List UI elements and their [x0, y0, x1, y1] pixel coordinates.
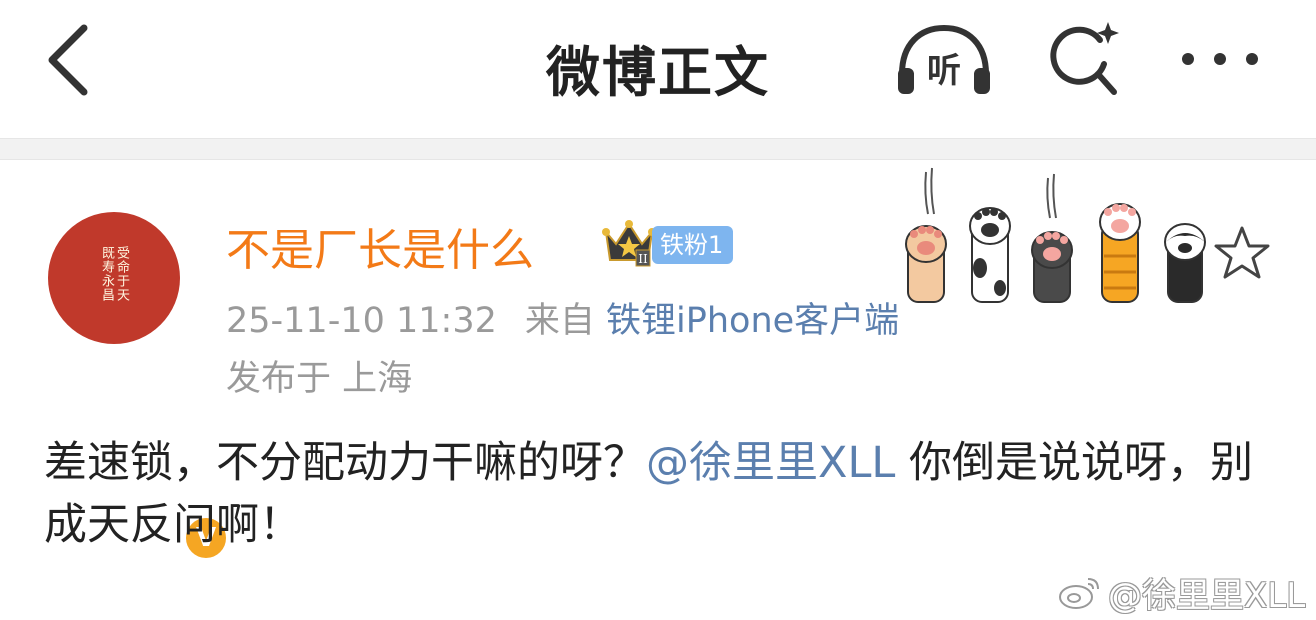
post-meta: 25-11-10 11:32 来自 铁锂iPhone客户端: [226, 292, 899, 343]
post-content: 差速锁，不分配动力干嘛的呀？@徐里里XLL 你倒是说说呀，别成天反问啊！: [44, 432, 1284, 556]
cat-paws-decoration-icon: [905, 167, 1206, 303]
listen-label: 听: [927, 51, 961, 91]
crown-level: II: [638, 252, 648, 266]
avatar[interactable]: 受命于天 既寿永昌 V: [48, 212, 230, 562]
top-navigation-bar: 微博正文 听: [0, 0, 1316, 138]
watermark-text: @徐里里XLL: [1108, 575, 1306, 616]
weibo-logo-icon: [1059, 578, 1099, 609]
more-dots-icon: [1182, 53, 1258, 65]
post-text: 差速锁，不分配动力干嘛的呀？: [44, 438, 646, 488]
mention-link[interactable]: @徐里里XLL: [646, 438, 895, 488]
fan-badge[interactable]: 铁粉1: [652, 226, 734, 264]
username[interactable]: 不是厂长是什么: [226, 214, 534, 278]
post-location: 发布于 上海: [226, 359, 413, 399]
more-button[interactable]: [1178, 44, 1262, 74]
listen-button[interactable]: 听: [894, 22, 994, 98]
source-prefix: 来自: [524, 301, 595, 341]
search-button[interactable]: [1044, 18, 1124, 100]
crown-icon: II: [602, 220, 656, 267]
section-divider: [0, 138, 1316, 160]
source-link[interactable]: 铁锂iPhone客户端: [606, 301, 899, 341]
search-sparkle-icon: [1050, 22, 1119, 95]
star-icon[interactable]: [1212, 224, 1272, 282]
watermark: @徐里里XLL: [1058, 570, 1306, 616]
post-timestamp: 25-11-10 11:32: [226, 301, 497, 341]
headphones-icon: 听: [898, 24, 990, 94]
avatar-seal-text: 受命于天 既寿永昌: [99, 246, 129, 302]
